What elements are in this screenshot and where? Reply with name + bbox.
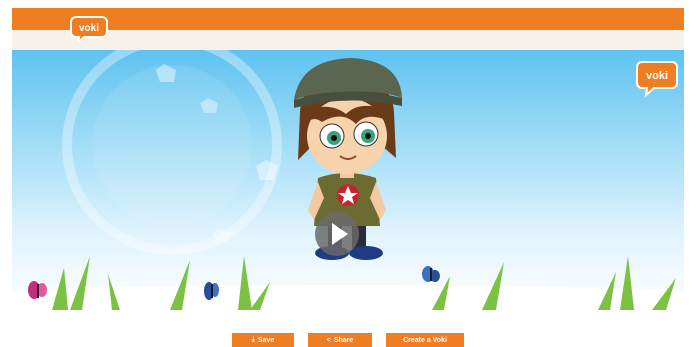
butterfly-right	[422, 266, 440, 282]
butterfly-left	[28, 281, 47, 299]
action-bar: ⤓ Save < Share Create a Voki	[0, 333, 696, 347]
share-button[interactable]: < Share	[308, 333, 372, 347]
save-button[interactable]: ⤓ Save	[232, 333, 294, 347]
voki-brand-badge[interactable]: voki	[636, 58, 678, 98]
sub-header-bar	[12, 30, 684, 50]
voki-logo[interactable]: voki	[70, 15, 108, 43]
voki-stage: voki	[12, 50, 684, 310]
share-label: Share	[333, 336, 354, 344]
play-button[interactable]	[314, 211, 360, 257]
download-icon: ⤓	[251, 336, 255, 343]
create-voki-button[interactable]: Create a Voki	[386, 333, 464, 347]
share-icon: <	[326, 336, 331, 344]
badge-logo-text: voki	[646, 70, 668, 82]
create-label: Create a Voki	[403, 336, 447, 344]
top-header-bar	[12, 8, 684, 30]
logo-text: voki	[79, 23, 99, 34]
save-label: Save	[257, 336, 275, 344]
